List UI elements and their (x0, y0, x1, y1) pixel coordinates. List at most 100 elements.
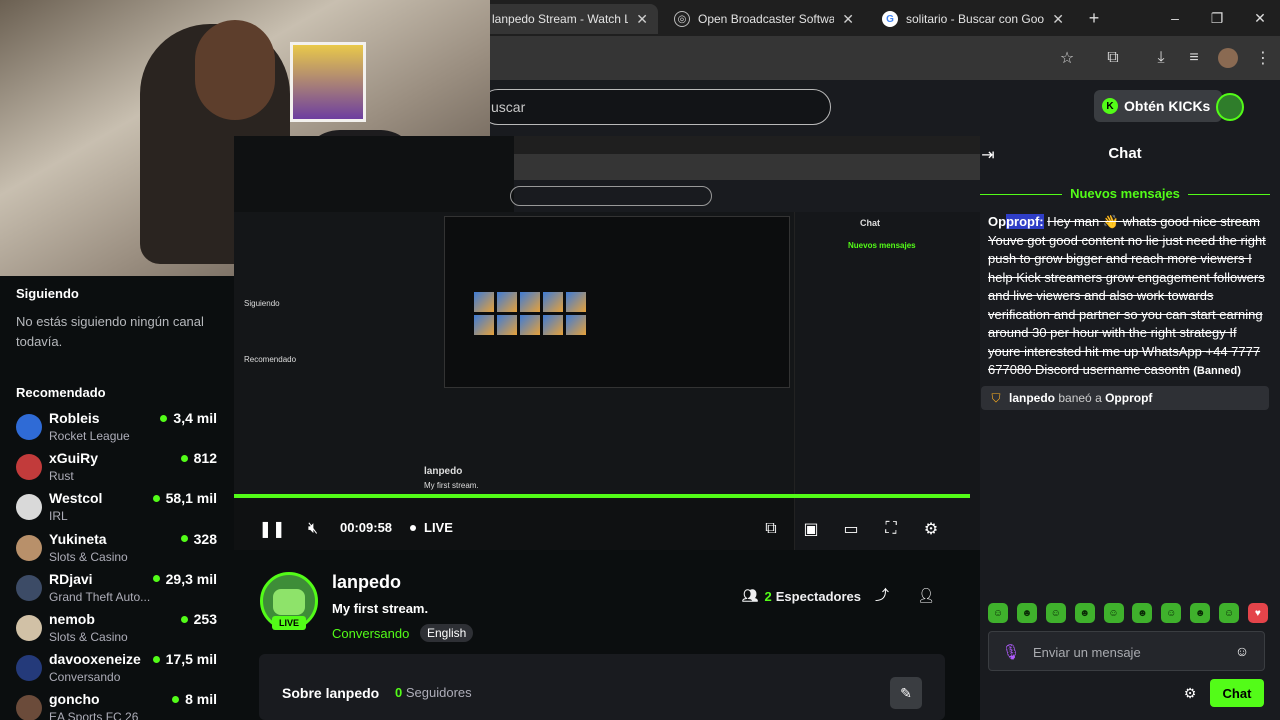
follow-user-icon[interactable]: 👤︎ (915, 584, 937, 606)
chat-input-box[interactable]: 🎙︎ ☺ (988, 631, 1265, 671)
channel-avatar (16, 494, 42, 521)
sidebar-channel-item[interactable]: goncho EA Sports FC 26 8 mil (16, 688, 221, 720)
emote-icon[interactable]: ☻ (1190, 603, 1211, 623)
sidebar-channel-item[interactable]: nemob Slots & Casino 253 (16, 608, 221, 648)
send-chat-button[interactable]: Chat (1210, 679, 1264, 707)
live-dot-icon (180, 454, 188, 462)
fullscreen-icon[interactable]: ⛶ (880, 518, 902, 540)
bookmark-star-icon[interactable]: ☆ (1055, 46, 1079, 70)
nested-tab-bar (514, 136, 980, 154)
channel-viewers: 8 mil (172, 691, 217, 707)
share-icon[interactable]: ⤴ (871, 584, 893, 606)
sidebar-channel-item[interactable]: RDjavi Grand Theft Auto... 29,3 mil (16, 568, 221, 608)
live-dot-icon (180, 535, 188, 543)
users-icon: 👥︎ (742, 588, 759, 603)
viewer-count: 👥︎ 2 Espectadores (742, 588, 861, 604)
live-dot-icon (172, 695, 180, 703)
progress-bar[interactable] (234, 494, 970, 498)
heart-emote-icon[interactable]: ♥ (1247, 603, 1268, 623)
tab-close-icon[interactable]: ✕ (842, 11, 854, 28)
stream-video[interactable]: Siguiendo Recomendado lanpedo My first s… (234, 136, 980, 550)
emote-icon[interactable]: ☺ (1219, 603, 1239, 623)
streamer-name[interactable]: lanpedo (332, 572, 401, 593)
download-icon[interactable]: ⤓ (1149, 46, 1173, 70)
maximize-button[interactable]: ❐ (1202, 6, 1232, 30)
emote-icon[interactable]: ☻ (1132, 603, 1153, 623)
kick-coin-icon: K (1102, 98, 1118, 114)
nested-thumbnail-grid (474, 292, 586, 335)
tab-close-icon[interactable]: ✕ (1052, 11, 1064, 28)
pip-icon[interactable]: ⧉ (760, 518, 782, 540)
microphone-icon[interactable]: 🎙︎ (1001, 642, 1020, 662)
emoji-picker-icon[interactable]: ☺ (1234, 643, 1250, 659)
emote-icon[interactable]: ☺ (1161, 603, 1182, 623)
live-dot-icon (180, 615, 188, 623)
search-placeholder: uscar (491, 99, 526, 115)
browser-menu-icon[interactable]: ⋮ (1251, 46, 1275, 70)
language-tag[interactable]: English (420, 624, 474, 642)
get-kicks-button[interactable]: K Obtén KICKs (1094, 90, 1223, 122)
emote-icon[interactable]: ☺ (988, 603, 1008, 623)
shield-icon: ⛉ (991, 390, 1001, 405)
channel-category: Slots & Casino (49, 549, 128, 564)
channel-avatar (16, 574, 42, 601)
followers-count: 0 Seguidores (395, 685, 472, 700)
nested-search (510, 186, 712, 206)
stream-category[interactable]: Conversando (332, 626, 409, 641)
chat-settings-icon[interactable]: ⚙ (1180, 683, 1200, 703)
emote-icon[interactable]: ☺ (1103, 603, 1124, 623)
channel-avatar (16, 454, 42, 481)
tab-kick[interactable]: lanpedo Stream - Watch Live on Kick ✕ (482, 4, 658, 34)
new-messages-label[interactable]: Nuevos mensajes (980, 186, 1270, 201)
channel-category: IRL (49, 509, 68, 524)
ban-target[interactable]: Oppropf (1105, 391, 1152, 405)
sidebar-channel-item[interactable]: davooxeneize Conversando 17,5 mil (16, 648, 221, 688)
channel-viewers: 17,5 mil (152, 651, 217, 667)
user-avatar[interactable] (1216, 93, 1244, 121)
sidebar-channel-item[interactable]: Westcol IRL 58,1 mil (16, 487, 221, 527)
chat-message[interactable]: Oppropf: Hey man 👋 whats good nice strea… (988, 213, 1266, 381)
person-head (195, 20, 275, 120)
ban-moderator[interactable]: lanpedo (1009, 391, 1055, 405)
emote-icon[interactable]: ☻ (1016, 603, 1037, 623)
chat-username[interactable]: Oppropf: (988, 214, 1044, 229)
channel-avatar (16, 534, 42, 561)
chat-input[interactable] (1033, 640, 1223, 664)
theater-mode-icon[interactable]: ▭ (840, 518, 862, 540)
live-dot-icon (152, 494, 160, 502)
google-icon: G (882, 11, 898, 27)
media-control-icon[interactable]: ≡ (1182, 46, 1206, 70)
emote-icon[interactable]: ☻ (1074, 603, 1095, 623)
sidebar-channel-item[interactable]: Yukineta Slots & Casino 328 (16, 528, 221, 568)
clip-icon[interactable]: ▣ (800, 518, 822, 540)
live-dot-icon (152, 655, 160, 663)
channel-viewers: 58,1 mil (152, 490, 217, 506)
ban-action: baneó a (1058, 391, 1102, 405)
channel-category: EA Sports FC 26 (49, 710, 139, 720)
search-input[interactable]: uscar (480, 89, 831, 125)
player-settings-icon[interactable]: ⚙ (920, 518, 942, 540)
chat-title: Chat (1108, 145, 1142, 162)
tab-google[interactable]: G solitario - Buscar con Google ✕ (872, 4, 1074, 34)
obs-icon: ◎ (674, 11, 690, 27)
channel-avatar (16, 615, 42, 641)
sidebar-channel-item[interactable]: xGuiRy Rust 812 (16, 447, 221, 487)
about-title: Sobre lanpedo (282, 685, 380, 701)
minimize-button[interactable]: – (1160, 6, 1190, 30)
close-window-button[interactable]: ✕ (1245, 6, 1275, 30)
emote-icon[interactable]: ☺ (1045, 603, 1066, 623)
profile-avatar[interactable] (1216, 46, 1240, 70)
channel-category: Grand Theft Auto... (49, 589, 151, 604)
tab-close-icon[interactable]: ✕ (636, 11, 648, 28)
tab-obs[interactable]: ◎ Open Broadcaster Software | OBS ✕ (664, 4, 864, 34)
channel-category: Rust (49, 469, 74, 484)
pause-icon[interactable]: ❚❚ (259, 518, 286, 540)
mute-icon[interactable]: 🔇︎ (302, 518, 324, 540)
nested-chat (794, 212, 980, 550)
sidebar-channel-item[interactable]: Robleis Rocket League 3,4 mil (16, 407, 221, 447)
pencil-icon: ✎ (900, 684, 912, 701)
channel-viewers: 328 (180, 531, 217, 547)
edit-about-button[interactable]: ✎ (890, 677, 922, 709)
extensions-icon[interactable]: ⧉ (1101, 46, 1125, 70)
new-tab-button[interactable]: + (1082, 6, 1106, 30)
